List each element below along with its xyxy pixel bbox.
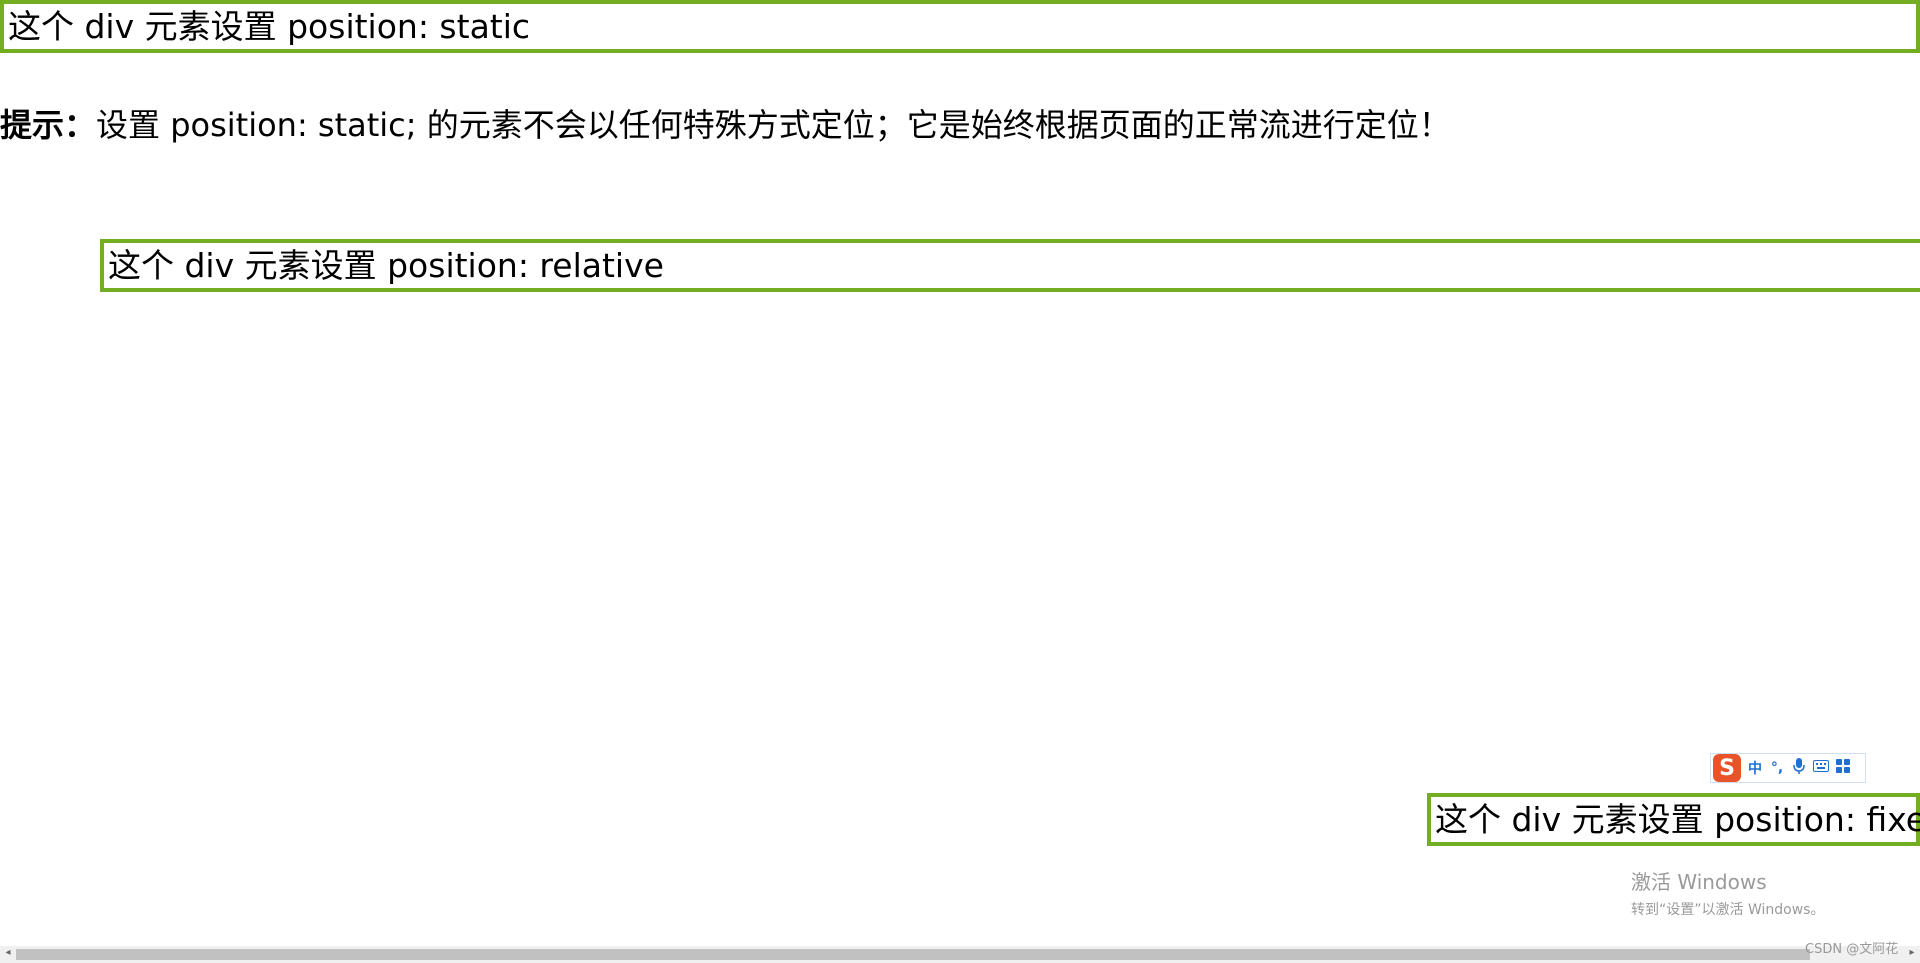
watermark-title: 激活 Windows: [1631, 870, 1767, 894]
scroll-right-arrow-icon[interactable]: ▸: [1905, 947, 1919, 958]
watermark-subtitle: 转到“设置”以激活 Windows。: [1631, 902, 1825, 918]
microphone-icon[interactable]: [1791, 758, 1807, 778]
keyboard-icon[interactable]: [1813, 760, 1829, 776]
grid-menu-icon[interactable]: [1835, 759, 1851, 777]
horizontal-scrollbar[interactable]: ◂ ▸: [0, 946, 1920, 963]
tip-text: 设置 position: static; 的元素不会以任何特殊方式定位；它是始终…: [96, 106, 1451, 144]
tip-paragraph: 提示：设置 position: static; 的元素不会以任何特殊方式定位；它…: [0, 100, 1451, 146]
sogou-logo-icon[interactable]: S: [1713, 754, 1741, 782]
static-div: 这个 div 元素设置 position: static: [0, 0, 1920, 53]
static-div-text: 这个 div 元素设置 position: static: [8, 7, 531, 46]
ime-mode-button[interactable]: 中: [1747, 758, 1763, 778]
fixed-div: 这个 div 元素设置 position: fixed: [1427, 793, 1920, 846]
ime-toolbar[interactable]: S 中 °,: [1710, 753, 1866, 783]
windows-activation-watermark: 激活 Windows 转到“设置”以激活 Windows。: [1631, 866, 1824, 919]
punctuation-icon[interactable]: °,: [1769, 760, 1785, 776]
fixed-div-text: 这个 div 元素设置 position: fixed: [1435, 800, 1920, 839]
tip-label: 提示：: [0, 106, 97, 144]
page: 这个 div 元素设置 position: static 提示：设置 posit…: [0, 0, 1920, 963]
scrollbar-thumb[interactable]: [16, 949, 1810, 960]
relative-div-text: 这个 div 元素设置 position: relative: [108, 246, 664, 285]
csdn-credit: CSDN @文阿花: [1805, 942, 1899, 957]
relative-div: 这个 div 元素设置 position: relative: [100, 239, 1920, 292]
scroll-left-arrow-icon[interactable]: ◂: [1, 947, 15, 958]
